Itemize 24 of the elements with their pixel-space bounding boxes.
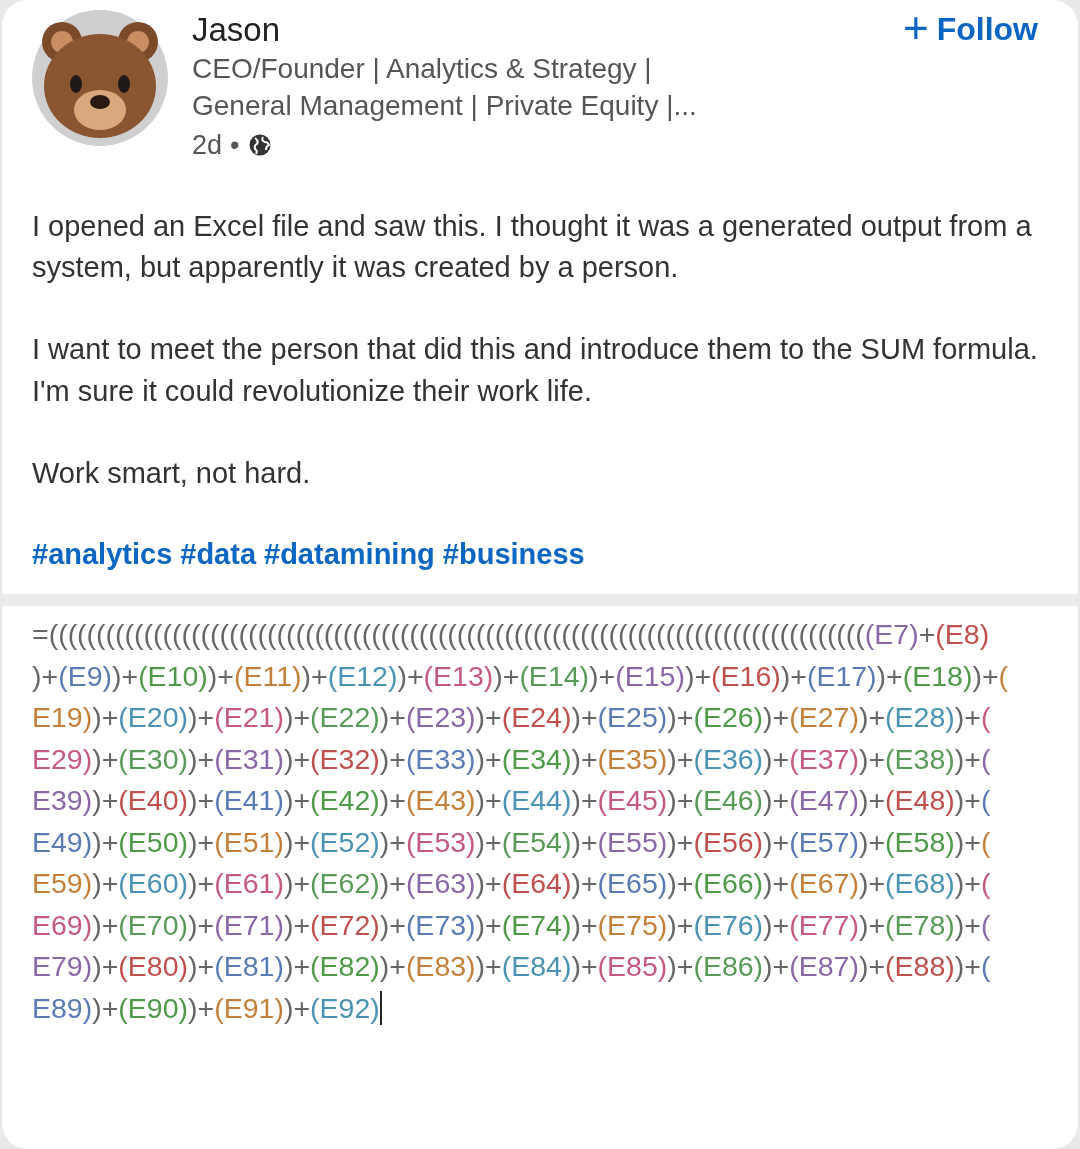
formula-line: =(((((((((((((((((((((((((((((((((((((((((((((((((((((((((((((((((((((((((((((((((((((((E7)+(E8): [32, 617, 991, 653]
formula-line: E59))+(E60))+(E61))+(E62))+(E63))+(E64))+(E65))+(E66))+(E67))+(E68))+(: [32, 866, 992, 902]
formula-line: E19))+(E20))+(E21))+(E22))+(E23))+(E24))+(E25))+(E26))+(E27))+(E28))+(: [32, 700, 992, 736]
author-headline: CEO/Founder | Analytics & Strategy |: [192, 51, 653, 86]
formula-line: E49))+(E50))+(E51))+(E52))+(E53))+(E54))+(E55))+(E56))+(E57))+(E58))+(: [32, 824, 992, 860]
separator-dot: •: [230, 129, 240, 163]
formula-line: E79))+(E80))+(E81))+(E82))+(E83))+(E84))+(E85))+(E86))+(E87))+(E88))+(: [32, 949, 992, 985]
formula-line: E29))+(E30))+(E31))+(E32))+(E33))+(E34))+(E35))+(E36))+(E37))+(E38))+(: [32, 741, 992, 777]
hashtag-link[interactable]: #business: [442, 534, 585, 577]
globe-icon: [247, 133, 272, 158]
formula-line: E39))+(E40))+(E41))+(E42))+(E43))+(E44))+(E45))+(E46))+(E47))+(E48))+(: [32, 783, 992, 819]
post-paragraph: I opened an Excel file and saw this. I thought it was a generated output from a system, but apparently it was created by a person.: [32, 208, 1033, 286]
post-paragraph: Work smart, not hard.: [32, 455, 312, 491]
hashtag-link[interactable]: #analytics: [32, 534, 173, 577]
formula-line: E69))+(E70))+(E71))+(E72))+(E73))+(E74))+(E75))+(E76))+(E77))+(E78))+(: [32, 907, 992, 943]
hashtag-link[interactable]: #datamining: [264, 534, 435, 577]
formula-line: )+(E9))+(E10))+(E11))+(E12))+(E13))+(E14))+(E15))+(E16))+(E17))+(E18))+(: [32, 658, 1010, 694]
author-headline: General Management | Private Equity |...: [192, 89, 698, 124]
author-name[interactable]: Jason: [192, 10, 903, 50]
hashtag-link[interactable]: #data: [180, 534, 257, 577]
formula-line: E89))+(E90))+(E91))+(E92): [32, 989, 383, 1027]
bear-avatar[interactable]: [32, 10, 168, 146]
post-paragraph: I want to meet the person that did this and introduce them to the SUM formula. I'm sure it could revolutionize their work life.: [32, 332, 1039, 409]
post-time: 2d: [192, 129, 223, 163]
